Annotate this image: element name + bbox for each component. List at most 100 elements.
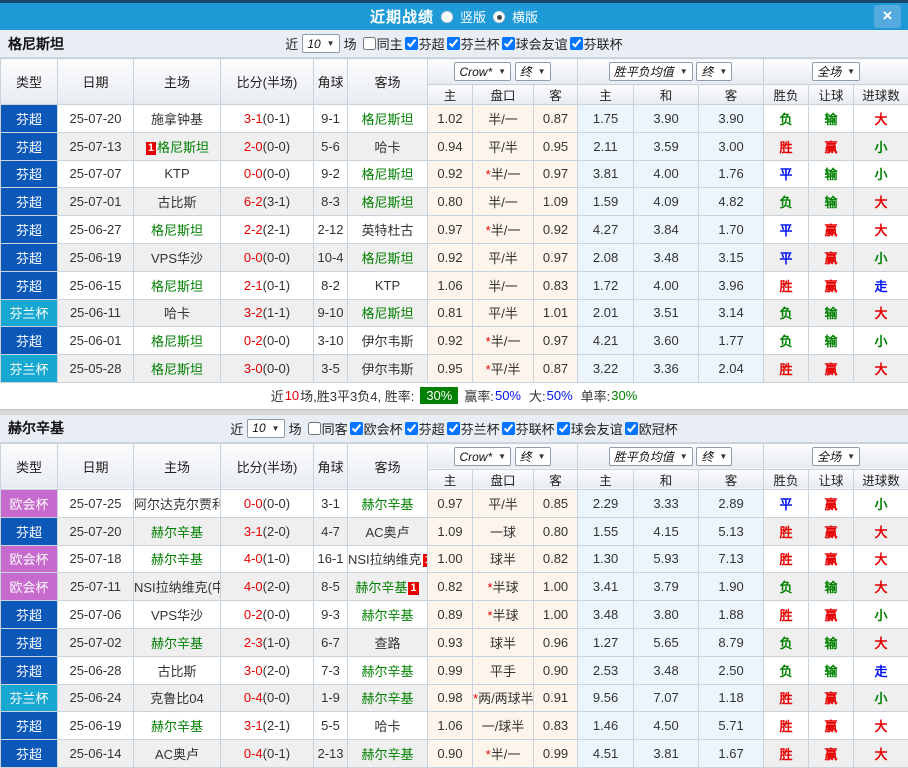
away-team[interactable]: AC奥卢 — [348, 517, 428, 545]
avg-type-select[interactable]: 胜平负均值▼ — [609, 62, 693, 81]
home-team[interactable]: 格尼斯坦 — [134, 327, 221, 355]
league-badge: 芬超 — [1, 216, 58, 244]
col-header-home: 主场 — [134, 59, 221, 105]
league-filter[interactable]: 欧会杯 — [348, 419, 403, 438]
bookmaker-select[interactable]: Crow*▼ — [454, 62, 511, 81]
avg-stage-select[interactable]: 终▼ — [696, 447, 732, 466]
away-team[interactable]: KTP — [348, 271, 428, 299]
odds-handicap-cell: *两/两球半 — [473, 684, 534, 712]
home-team[interactable]: 格尼斯坦 — [134, 271, 221, 299]
rank-badge: 1 — [423, 554, 428, 567]
home-team[interactable]: 1格尼斯坦 — [134, 132, 221, 160]
away-team[interactable]: 哈卡 — [348, 132, 428, 160]
league-filter-checkbox[interactable] — [350, 422, 363, 435]
away-team[interactable]: NSI拉纳维克1 — [348, 545, 428, 573]
home-team[interactable]: 施拿钟基 — [134, 105, 221, 133]
home-team[interactable]: 格尼斯坦 — [134, 216, 221, 244]
away-team[interactable]: 格尼斯坦 — [348, 188, 428, 216]
avg-draw-cell: 3.60 — [634, 327, 699, 355]
avg-away-cell: 1.90 — [699, 573, 764, 601]
home-team[interactable]: 赫尔辛基 — [134, 545, 221, 573]
odds-stage-select[interactable]: 终▼ — [515, 447, 551, 466]
league-filter-checkbox[interactable] — [405, 37, 418, 50]
away-team[interactable]: 格尼斯坦 — [348, 299, 428, 327]
league-filter-checkbox[interactable] — [557, 422, 570, 435]
score: 4-0(2-0) — [221, 573, 314, 601]
away-team[interactable]: 格尼斯坦 — [348, 160, 428, 188]
horizontal-layout-label[interactable]: 横版 — [512, 7, 538, 26]
league-filter[interactable]: 芬超 — [403, 34, 445, 53]
home-team[interactable]: 格尼斯坦 — [134, 355, 221, 383]
home-team[interactable]: 古比斯 — [134, 188, 221, 216]
away-team[interactable]: 赫尔辛基1 — [348, 573, 428, 601]
league-filter-checkbox[interactable] — [502, 37, 515, 50]
home-team[interactable]: 克鲁比04 — [134, 684, 221, 712]
league-filter-label: 球会友谊 — [571, 419, 623, 438]
away-team[interactable]: 英特杜古 — [348, 216, 428, 244]
league-filter-checkbox[interactable] — [405, 422, 418, 435]
away-team[interactable]: 赫尔辛基 — [348, 656, 428, 684]
avg-type-select[interactable]: 胜平负均值▼ — [609, 447, 693, 466]
league-filter-checkbox[interactable] — [447, 422, 460, 435]
away-team[interactable]: 格尼斯坦 — [348, 105, 428, 133]
horizontal-layout-radio[interactable] — [493, 11, 505, 23]
league-filter[interactable]: 芬超 — [403, 419, 445, 438]
away-team[interactable]: 查路 — [348, 628, 428, 656]
home-team[interactable]: KTP — [134, 160, 221, 188]
away-team[interactable]: 格尼斯坦 — [348, 243, 428, 271]
bookmaker-select[interactable]: Crow*▼ — [454, 447, 511, 466]
odds-away-cell: 0.83 — [534, 712, 578, 740]
away-team[interactable]: 赫尔辛基 — [348, 489, 428, 517]
league-filter-checkbox[interactable] — [570, 37, 583, 50]
result-outcome-cell: 平 — [764, 160, 809, 188]
league-filter[interactable]: 同主 — [361, 34, 403, 53]
away-team[interactable]: 哈卡 — [348, 712, 428, 740]
vertical-layout-radio[interactable] — [441, 11, 453, 23]
vertical-layout-label[interactable]: 竖版 — [460, 7, 486, 26]
league-filter[interactable]: 欧冠杯 — [623, 419, 678, 438]
league-filter[interactable]: 芬联杯 — [568, 34, 623, 53]
avg-group-header: 胜平负均值▼ 终▼ — [578, 59, 764, 85]
league-filter-label: 欧冠杯 — [639, 419, 678, 438]
league-filter[interactable]: 芬兰杯 — [445, 34, 500, 53]
match-count-select[interactable]: 10▼ — [247, 419, 284, 438]
league-badge: 芬超 — [1, 105, 58, 133]
away-team[interactable]: 伊尔韦斯 — [348, 355, 428, 383]
scope-select[interactable]: 全场▼ — [812, 62, 860, 81]
avg-stage-select[interactable]: 终▼ — [696, 62, 732, 81]
home-team[interactable]: 赫尔辛基 — [134, 712, 221, 740]
league-filter[interactable]: 球会友谊 — [500, 34, 568, 53]
chevron-down-icon: ▼ — [719, 67, 727, 76]
scope-select[interactable]: 全场▼ — [812, 447, 860, 466]
home-team[interactable]: 哈卡 — [134, 299, 221, 327]
away-team[interactable]: 赫尔辛基 — [348, 601, 428, 629]
league-filter[interactable]: 同客 — [306, 419, 348, 438]
league-filter-checkbox[interactable] — [447, 37, 460, 50]
avg-away-cell: 1.76 — [699, 160, 764, 188]
league-filter[interactable]: 芬联杯 — [500, 419, 555, 438]
home-team[interactable]: 赫尔辛基 — [134, 517, 221, 545]
league-filter[interactable]: 芬兰杯 — [445, 419, 500, 438]
hjk-results-table: 类型 日期 主场 比分(半场) 角球 客场 Crow*▼ 终▼ 胜平负均值▼ 终… — [0, 443, 908, 768]
result-outcome-cell: 胜 — [764, 601, 809, 629]
league-filter-checkbox[interactable] — [363, 37, 376, 50]
away-team[interactable]: 赫尔辛基 — [348, 684, 428, 712]
home-team[interactable]: 阿尔达克尔贾利 — [134, 489, 221, 517]
league-filter-checkbox[interactable] — [625, 422, 638, 435]
home-team[interactable]: VPS华沙 — [134, 243, 221, 271]
league-filter[interactable]: 球会友谊 — [555, 419, 623, 438]
score: 3-1(2-1) — [221, 712, 314, 740]
league-filter-checkbox[interactable] — [502, 422, 515, 435]
close-icon[interactable]: × — [874, 5, 901, 28]
score: 6-2(3-1) — [221, 188, 314, 216]
odds-home-cell: 1.02 — [428, 105, 473, 133]
home-team[interactable]: 赫尔辛基 — [134, 628, 221, 656]
home-team[interactable]: VPS华沙 — [134, 601, 221, 629]
home-team[interactable]: 古比斯 — [134, 656, 221, 684]
odds-stage-select[interactable]: 终▼ — [515, 62, 551, 81]
league-filter-checkbox[interactable] — [308, 422, 321, 435]
home-team[interactable]: NSI拉纳维克(中) — [134, 573, 221, 601]
odds-away-cell: 0.87 — [534, 355, 578, 383]
away-team[interactable]: 伊尔韦斯 — [348, 327, 428, 355]
match-count-select[interactable]: 10▼ — [302, 34, 339, 53]
